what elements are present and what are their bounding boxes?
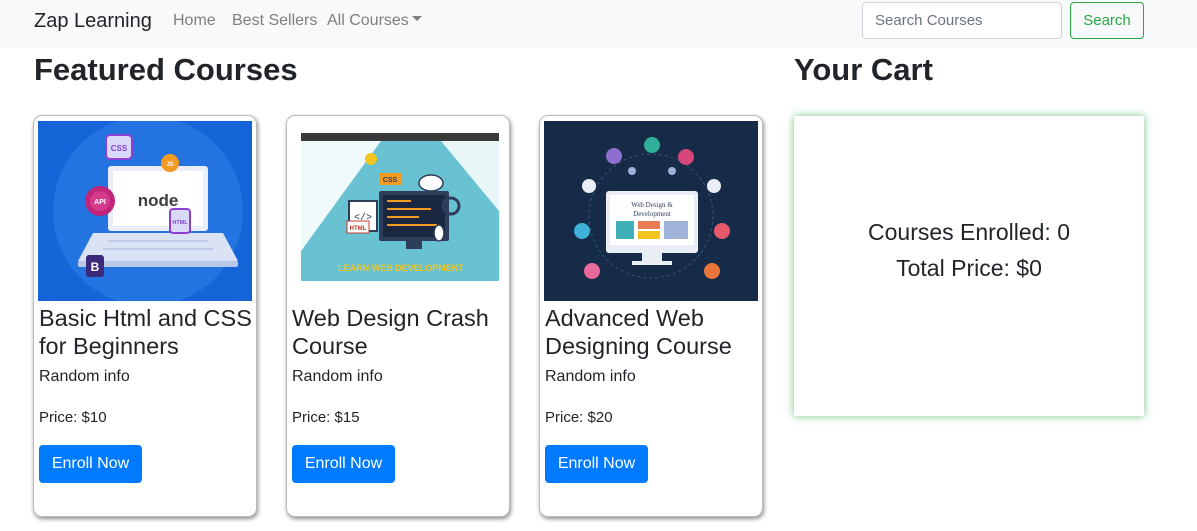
css-badge-text: CSS xyxy=(111,144,128,153)
enroll-now-button[interactable]: Enroll Now xyxy=(545,445,648,483)
caret-down-icon xyxy=(411,16,422,22)
course-image-web-design: </> CSS HTML LEARN WEB DEVELOPMENT xyxy=(291,121,505,301)
cart-total-price: Total Price: $0 xyxy=(896,255,1042,281)
html-badge-text: HTML xyxy=(172,220,188,226)
cart-summary-box: Courses Enrolled: 0 Total Price: $0 xyxy=(794,116,1144,416)
course-info: Random info xyxy=(39,368,130,385)
course-title: Basic Html and CSS for Beginners xyxy=(39,305,252,359)
course-image-advanced-web: Web Design & Development xyxy=(544,121,758,301)
course-info: Random info xyxy=(545,368,636,385)
nav-dropdown-all-courses[interactable]: All Courses xyxy=(327,11,422,31)
development-text: Development xyxy=(633,210,671,218)
b-badge-text: B xyxy=(91,260,100,274)
css-tag-text: CSS xyxy=(383,177,398,184)
nav-link-home[interactable]: Home xyxy=(173,11,216,31)
featured-courses-title: Featured Courses xyxy=(34,52,298,87)
js-badge-text: JS xyxy=(166,162,173,168)
course-info: Random info xyxy=(292,368,383,385)
course-price: Price: $10 xyxy=(39,409,107,426)
course-image-html-css: node CSS API JS HTML B xyxy=(38,121,252,301)
courses-enrolled-count: Courses Enrolled: 0 xyxy=(868,219,1070,245)
course-price: Price: $15 xyxy=(292,409,360,426)
cart-title: Your Cart xyxy=(794,52,933,87)
enroll-now-button[interactable]: Enroll Now xyxy=(39,445,142,483)
course-title: Web Design Crash Course xyxy=(292,305,489,359)
course-card: node CSS API JS HTML B Basic Html and CS… xyxy=(33,115,257,517)
enroll-now-button[interactable]: Enroll Now xyxy=(292,445,395,483)
course-card: Web Design & Development Advanced Web De… xyxy=(539,115,763,517)
brand-link[interactable]: Zap Learning xyxy=(34,9,152,33)
course-price: Price: $20 xyxy=(545,409,613,426)
navbar: Zap Learning Home Best Sellers All Cours… xyxy=(0,0,1197,47)
node-logo-text: node xyxy=(138,191,179,210)
search-button[interactable]: Search xyxy=(1070,2,1144,39)
learn-web-development-text: LEARN WEB DEVELOPMENT xyxy=(338,263,464,273)
web-design-text: Web Design & xyxy=(631,201,673,209)
course-title: Advanced Web Designing Course xyxy=(545,305,732,359)
course-card: </> CSS HTML LEARN WEB DEVELOPMENT Web D… xyxy=(286,115,510,517)
api-badge-text: API xyxy=(94,199,106,206)
nav-link-all-courses-label: All Courses xyxy=(327,12,409,29)
search-input[interactable] xyxy=(862,2,1062,39)
html-tag-text: HTML xyxy=(350,226,367,232)
nav-link-best-sellers[interactable]: Best Sellers xyxy=(232,11,317,31)
